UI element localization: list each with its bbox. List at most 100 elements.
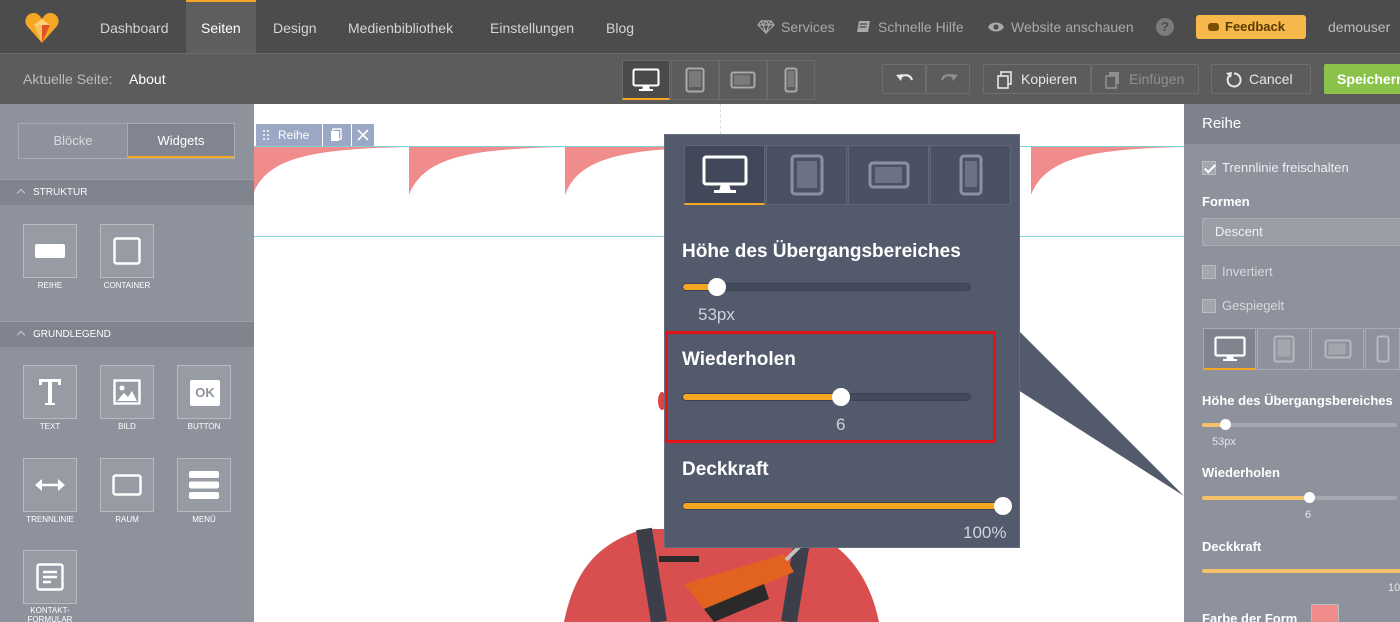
chat-bubble-icon <box>1208 22 1219 31</box>
popup-height-knob[interactable] <box>708 278 727 296</box>
widget-bild[interactable] <box>100 365 154 419</box>
row-toolbar[interactable]: Reihe <box>256 124 374 146</box>
copy-label: Kopieren <box>1021 71 1078 87</box>
highlight-box <box>665 331 996 443</box>
popup-device-tablet-landscape[interactable] <box>848 145 929 205</box>
widget-text[interactable] <box>23 365 77 419</box>
device-desktop-button[interactable] <box>622 60 670 100</box>
cancel-label: Cancel <box>1249 71 1293 87</box>
widget-raum-label: RAUM <box>115 515 139 524</box>
button-icon: OK <box>190 380 220 406</box>
popup-opacity-knob[interactable] <box>994 497 1012 515</box>
section-grundlegend[interactable]: GRUNDLEGEND <box>0 321 254 347</box>
form-icon <box>36 563 64 591</box>
widget-button[interactable]: OK <box>177 365 231 419</box>
panel-repeat-fill <box>1202 496 1310 500</box>
tablet-icon <box>685 67 705 93</box>
panel-height-label: Höhe des Übergangsbereiches <box>1202 393 1393 408</box>
redo-icon <box>940 74 958 81</box>
nav-blog[interactable]: Blog <box>591 0 649 53</box>
panel-repeat-slider[interactable] <box>1202 492 1397 503</box>
shape-color-swatch[interactable] <box>1311 604 1339 622</box>
popup-height-slider[interactable] <box>682 278 971 296</box>
drag-handle-icon[interactable] <box>263 130 269 140</box>
section-grundlegend-title: GRUNDLEGEND <box>33 329 111 340</box>
widget-reihe[interactable] <box>23 224 77 278</box>
panel-opacity-label: Deckkraft <box>1202 539 1262 554</box>
panel-height-knob[interactable] <box>1219 419 1231 430</box>
tab-bloecke[interactable]: Blöcke <box>19 124 128 158</box>
widget-menu[interactable] <box>177 458 231 512</box>
device-tablet-landscape-button[interactable] <box>719 60 767 100</box>
panel-title: Reihe <box>1184 104 1400 144</box>
tablet-landscape-icon <box>730 71 756 89</box>
nav-seiten[interactable]: Seiten <box>186 0 256 53</box>
shapes-label: Formen <box>1202 194 1250 209</box>
device-tablet-button[interactable] <box>671 60 719 100</box>
panel-repeat-knob[interactable] <box>1303 492 1315 503</box>
nav-medienbibliothek[interactable]: Medienbibliothek <box>333 0 468 53</box>
panel-opacity-slider[interactable] <box>1202 569 1400 573</box>
inverted-checkbox[interactable] <box>1202 265 1216 279</box>
duplicate-icon[interactable] <box>330 128 342 142</box>
widget-trennlinie[interactable] <box>23 458 77 512</box>
page-toolbar: Aktuelle Seite: About Kopieren Einfügen … <box>0 53 1400 104</box>
popup-device-tablet[interactable] <box>766 145 847 205</box>
nav-design[interactable]: Design <box>258 0 332 53</box>
tablet-landscape-icon <box>1324 339 1351 359</box>
widget-text-label: TEXT <box>39 422 61 431</box>
panel-device-mobile[interactable] <box>1365 328 1400 370</box>
view-website-link[interactable]: Website anschauen <box>987 0 1134 53</box>
row-label: Reihe <box>278 128 310 142</box>
popup-device-desktop[interactable] <box>684 145 765 205</box>
quick-help-label: Schnelle Hilfe <box>878 19 964 35</box>
panel-device-desktop[interactable] <box>1203 328 1256 370</box>
popup-height-title: Höhe des Übergangsbereiches <box>682 241 961 262</box>
chevron-up-icon <box>16 331 26 340</box>
widget-kontakt-formular[interactable] <box>23 550 77 604</box>
cancel-button[interactable]: Cancel <box>1211 64 1311 94</box>
shape-color-label: Farbe der Form <box>1202 611 1298 622</box>
shape-select[interactable]: Descent <box>1202 218 1400 246</box>
popup-opacity-title: Deckkraft <box>682 459 769 480</box>
save-button[interactable]: Speichern <box>1324 64 1400 94</box>
copy-button[interactable]: Kopieren <box>983 64 1091 94</box>
panel-height-slider[interactable] <box>1202 419 1397 430</box>
section-struktur[interactable]: STRUKTUR <box>0 179 254 205</box>
widget-container[interactable] <box>100 224 154 278</box>
panel-device-tablet[interactable] <box>1257 328 1310 370</box>
current-page-name[interactable]: About <box>129 71 166 87</box>
undo-button[interactable] <box>882 64 926 94</box>
paste-button[interactable]: Einfügen <box>1091 64 1199 94</box>
redo-button[interactable] <box>926 64 970 94</box>
tab-widgets[interactable]: Widgets <box>128 124 234 158</box>
desktop-icon <box>702 155 747 193</box>
help-icon[interactable]: ? <box>1156 18 1174 36</box>
enable-divider-checkbox[interactable] <box>1202 161 1216 175</box>
mobile-icon <box>1376 335 1389 363</box>
close-icon[interactable] <box>357 129 369 141</box>
feedback-button[interactable]: Feedback <box>1196 15 1306 39</box>
text-icon <box>39 379 61 405</box>
nav-dashboard[interactable]: Dashboard <box>85 0 184 53</box>
widget-raum[interactable] <box>100 458 154 512</box>
user-menu[interactable]: demouser <box>1328 0 1390 53</box>
services-link[interactable]: Services <box>757 0 835 53</box>
widget-kontakt-label: KONTAKT-FORMULAR <box>27 606 73 622</box>
device-mobile-button[interactable] <box>767 60 815 100</box>
popup-opacity-slider[interactable] <box>682 497 1012 515</box>
panel-device-tablet-landscape[interactable] <box>1311 328 1364 370</box>
panel-repeat-value: 6 <box>1305 509 1312 521</box>
widget-container-label: CONTAINER <box>103 281 151 290</box>
quick-help-link[interactable]: Schnelle Hilfe <box>856 0 964 53</box>
popup-device-mobile[interactable] <box>930 145 1011 205</box>
widget-sidebar: Blöcke Widgets STRUKTUR REIHE CONTAINER … <box>0 104 254 622</box>
desktop-icon <box>1213 335 1246 361</box>
mobile-icon <box>784 67 798 93</box>
widget-menu-label: MENÜ <box>192 515 216 524</box>
nav-einstellungen[interactable]: Einstellungen <box>475 0 589 53</box>
logo-icon[interactable] <box>24 11 60 45</box>
desktop-icon <box>632 68 660 91</box>
menu-icon <box>189 471 219 499</box>
mirrored-checkbox[interactable] <box>1202 299 1216 313</box>
